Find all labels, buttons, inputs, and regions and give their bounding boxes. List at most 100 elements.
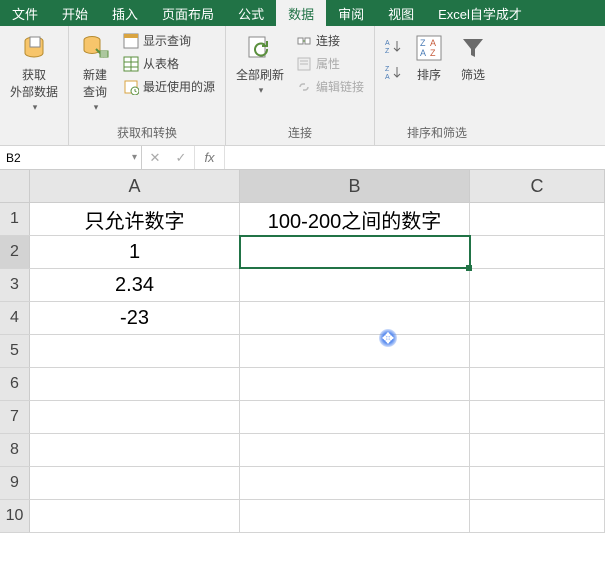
cell-C8[interactable]	[470, 434, 605, 466]
confirm-formula-button[interactable]: ✓	[168, 146, 194, 169]
cell-C5[interactable]	[470, 335, 605, 367]
cell-C7[interactable]	[470, 401, 605, 433]
name-box[interactable]: B2 ▾	[0, 146, 142, 169]
group-get-data: 获取 外部数据 ▾	[0, 26, 69, 145]
from-table-label: 从表格	[143, 55, 179, 72]
show-queries-button[interactable]: 显示查询	[119, 30, 219, 51]
row-header[interactable]: 6	[0, 368, 30, 400]
cell-B5[interactable]	[240, 335, 470, 367]
new-query-button[interactable]: 新建 查询 ▾	[75, 30, 115, 115]
cell-B4[interactable]	[240, 302, 470, 334]
cell-C9[interactable]	[470, 467, 605, 499]
cell-C3[interactable]	[470, 269, 605, 301]
cell-C10[interactable]	[470, 500, 605, 532]
recent-sources-button[interactable]: 最近使用的源	[119, 76, 219, 97]
cell-A9[interactable]	[30, 467, 240, 499]
svg-text:Z: Z	[430, 48, 436, 58]
properties-button: 属性	[292, 53, 368, 74]
group-connections: 全部刷新 ▾ 连接 属性 编辑链接 连接	[226, 26, 375, 145]
fx-button[interactable]: fx	[195, 146, 225, 169]
cell-B8[interactable]	[240, 434, 470, 466]
svg-text:Z: Z	[385, 48, 390, 54]
row-header[interactable]: 4	[0, 302, 30, 334]
connections-button[interactable]: 连接	[292, 30, 368, 51]
row-header[interactable]: 10	[0, 500, 30, 532]
new-query-icon	[79, 32, 111, 64]
cell-C4[interactable]	[470, 302, 605, 334]
edit-links-icon	[296, 79, 312, 95]
sort-desc-button[interactable]: ZA	[381, 62, 405, 82]
edit-links-button: 编辑链接	[292, 76, 368, 97]
cell-B10[interactable]	[240, 500, 470, 532]
row-header[interactable]: 3	[0, 269, 30, 301]
group-conn-label: 连接	[232, 124, 368, 143]
database-icon	[18, 32, 50, 64]
row-header[interactable]: 2	[0, 236, 30, 268]
cell-A5[interactable]	[30, 335, 240, 367]
cell-C6[interactable]	[470, 368, 605, 400]
table-row: 5	[0, 335, 605, 368]
cell-B9[interactable]	[240, 467, 470, 499]
from-table-button[interactable]: 从表格	[119, 53, 219, 74]
cell-C2[interactable]	[470, 236, 605, 268]
get-data-label: 获取 外部数据	[10, 66, 58, 100]
cell-A8[interactable]	[30, 434, 240, 466]
cell-A2[interactable]: 1	[30, 236, 240, 268]
row-header[interactable]: 1	[0, 203, 30, 235]
group-transform-label: 获取和转换	[75, 124, 219, 143]
select-all-corner[interactable]	[0, 170, 30, 202]
get-external-data-button[interactable]: 获取 外部数据 ▾	[6, 30, 62, 115]
sort-desc-icon: ZA	[385, 64, 401, 80]
svg-text:A: A	[430, 38, 436, 48]
tab-view[interactable]: 视图	[376, 0, 426, 26]
formula-input[interactable]	[225, 146, 605, 169]
row-header[interactable]: 8	[0, 434, 30, 466]
edit-links-label: 编辑链接	[316, 78, 364, 95]
col-header-b[interactable]: B	[240, 170, 470, 202]
cell-A3[interactable]: 2.34	[30, 269, 240, 301]
cell-B2[interactable]	[240, 236, 470, 268]
ribbon-content: 获取 外部数据 ▾ 新建 查询 ▾ 显示查询 从表	[0, 26, 605, 146]
svg-text:A: A	[385, 74, 390, 80]
chevron-down-icon: ▾	[132, 152, 137, 163]
tab-file[interactable]: 文件	[0, 0, 50, 26]
cell-B3[interactable]	[240, 269, 470, 301]
cell-B6[interactable]	[240, 368, 470, 400]
col-header-a[interactable]: A	[30, 170, 240, 202]
tab-home[interactable]: 开始	[50, 0, 100, 26]
cell-A1[interactable]: 只允许数字	[30, 203, 240, 235]
sort-icon: ZAAZ	[413, 32, 445, 64]
tab-formulas[interactable]: 公式	[226, 0, 276, 26]
tab-layout[interactable]: 页面布局	[150, 0, 226, 26]
filter-button[interactable]: 筛选	[453, 30, 493, 85]
cancel-formula-button[interactable]: ✕	[142, 146, 168, 169]
filter-icon	[457, 32, 489, 64]
show-queries-icon	[123, 33, 139, 49]
cell-A4[interactable]: -23	[30, 302, 240, 334]
sort-asc-button[interactable]: AZ	[381, 36, 405, 56]
svg-text:Z: Z	[385, 66, 390, 73]
cell-B7[interactable]	[240, 401, 470, 433]
connections-icon	[296, 33, 312, 49]
tab-data[interactable]: 数据	[276, 0, 326, 26]
cell-B1[interactable]: 100-200之间的数字	[240, 203, 470, 235]
refresh-icon	[244, 32, 276, 64]
sort-button[interactable]: ZAAZ 排序	[409, 30, 449, 85]
cell-C1[interactable]	[470, 203, 605, 235]
x-icon: ✕	[150, 150, 161, 166]
cell-A6[interactable]	[30, 368, 240, 400]
col-header-c[interactable]: C	[470, 170, 605, 202]
row-header[interactable]: 7	[0, 401, 30, 433]
refresh-all-button[interactable]: 全部刷新 ▾	[232, 30, 288, 98]
cell-A10[interactable]	[30, 500, 240, 532]
cell-A7[interactable]	[30, 401, 240, 433]
table-row: 1只允许数字100-200之间的数字	[0, 203, 605, 236]
row-header[interactable]: 9	[0, 467, 30, 499]
spreadsheet: A B C 1只允许数字100-200之间的数字2132.344-2356789…	[0, 170, 605, 533]
row-header[interactable]: 5	[0, 335, 30, 367]
tab-review[interactable]: 审阅	[326, 0, 376, 26]
svg-text:A: A	[420, 48, 426, 58]
tab-insert[interactable]: 插入	[100, 0, 150, 26]
tab-custom[interactable]: Excel自学成才	[426, 0, 534, 26]
from-table-icon	[123, 56, 139, 72]
